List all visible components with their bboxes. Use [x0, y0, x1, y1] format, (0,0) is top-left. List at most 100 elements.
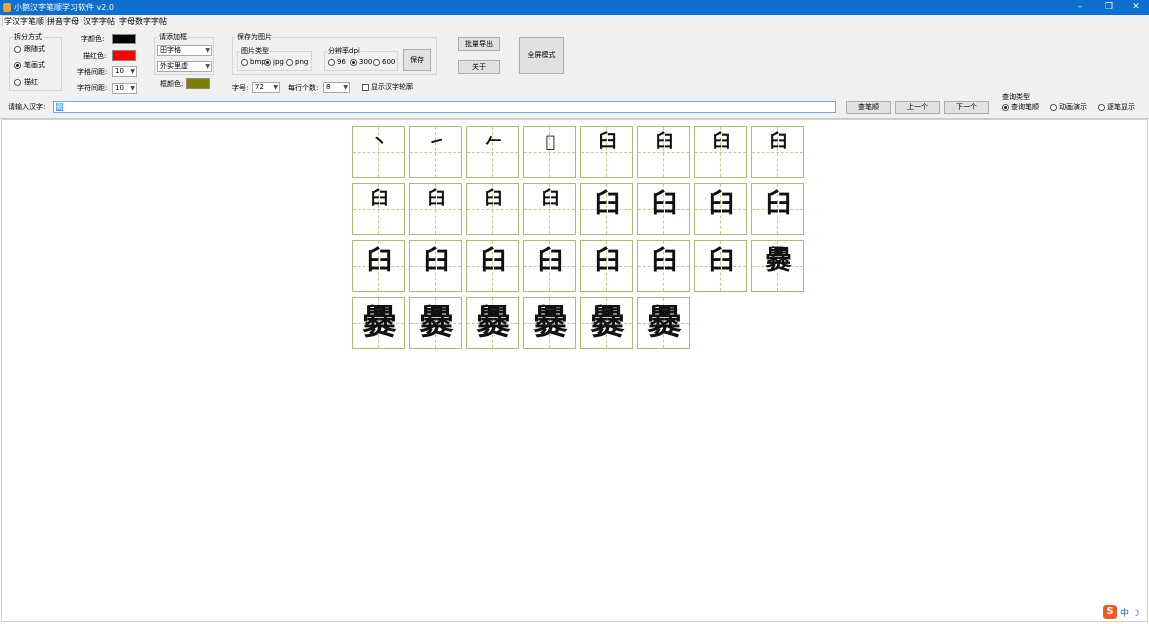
radio-query-order[interactable]	[1002, 104, 1009, 111]
radio-trace[interactable]	[14, 79, 21, 86]
tab-alnum-copybook[interactable]: 字母数字字帖	[119, 16, 167, 27]
stroke-char: 𠂉	[485, 132, 502, 151]
stroke-cell: 爨	[637, 297, 690, 349]
stroke-cell: 𠂉	[466, 126, 519, 178]
font-size-label: 字号:	[232, 84, 249, 92]
ime-mode-indicator[interactable]: 中 ☽	[1120, 606, 1140, 619]
minimize-button[interactable]: –	[1068, 0, 1092, 15]
outer-style-value: 外实里虚	[160, 62, 188, 70]
window-title: 小鹅汉字笔顺学习软件 v2.0	[14, 3, 114, 12]
title-bar: 小鹅汉字笔顺学习软件 v2.0 – ❐ ✕	[0, 0, 1149, 15]
chevron-down-icon: ▼	[130, 85, 135, 92]
about-button[interactable]: 关于	[458, 60, 500, 74]
hanzi-input[interactable]: 爨	[53, 101, 836, 113]
tab-hanzi-copybook[interactable]: 汉字字帖	[83, 16, 115, 27]
query-button[interactable]: 查笔顺	[846, 101, 891, 114]
show-outline-label: 显示汉字轮廓	[371, 83, 413, 91]
close-button[interactable]: ✕	[1124, 0, 1148, 15]
image-type-label: 图片类型	[240, 47, 270, 55]
stroke-cell: 𦥑	[352, 240, 405, 292]
radio-animation[interactable]	[1050, 104, 1057, 111]
stroke-cell: 爨	[466, 297, 519, 349]
stroke-char: 𦥑	[480, 246, 507, 276]
radio-stroke[interactable]	[14, 62, 21, 69]
stroke-cell: 𠂋	[523, 126, 576, 178]
ime-tray: S 中 ☽	[1103, 605, 1143, 619]
tab-pinyin[interactable]: 拼音字母	[47, 16, 79, 27]
stroke-char: 𦥑	[651, 189, 678, 219]
stroke-cell: 𦥑	[637, 126, 690, 178]
stroke-char: 𦥑	[655, 131, 674, 152]
char-spacing-select[interactable]: 10 ▼	[112, 66, 137, 77]
stroke-char: 𦥑	[769, 131, 788, 152]
per-row-select[interactable]: 8 ▼	[323, 82, 350, 93]
radio-stroke-label: 笔画式	[24, 61, 45, 69]
outline-color-swatch[interactable]	[186, 78, 210, 89]
stroke-char: 𦥑	[427, 188, 446, 209]
radio-bmp[interactable]	[241, 59, 248, 66]
trace-color-label: 描红色:	[83, 52, 107, 60]
maximize-button[interactable]: ❐	[1097, 0, 1121, 15]
stroke-char: 爨	[647, 303, 682, 343]
stroke-char: 𦥑	[370, 188, 389, 209]
chevron-down-icon: ▼	[205, 47, 210, 54]
char-spacing-label: 字格间距:	[77, 68, 108, 76]
radio-step-by-step-label: 逐笔显示	[1107, 103, 1135, 111]
stroke-char: 爨	[765, 246, 792, 276]
grid-style-select[interactable]: 田字格 ▼	[157, 45, 212, 56]
font-spacing-select[interactable]: 10 ▼	[112, 83, 137, 94]
stroke-char: 𠂋	[545, 132, 556, 151]
radio-dpi-600-label: 600	[382, 58, 396, 66]
stroke-cell: 𦥑	[580, 183, 633, 235]
outer-style-select[interactable]: 外实里虚 ▼	[157, 61, 212, 72]
stroke-cell: 爨	[352, 297, 405, 349]
stroke-char: 𦥑	[712, 131, 731, 152]
sogou-ime-icon[interactable]: S	[1103, 605, 1117, 619]
prev-button[interactable]: 上一个	[895, 101, 940, 114]
radio-jpg[interactable]	[264, 59, 271, 66]
radio-trace-label: 描红	[24, 78, 38, 86]
font-color-swatch[interactable]	[112, 34, 136, 44]
fullscreen-button[interactable]: 全屏模式	[519, 37, 564, 74]
radio-dpi-300[interactable]	[350, 59, 357, 66]
chevron-down-icon: ▼	[130, 68, 135, 75]
stroke-cell: 爨	[751, 240, 804, 292]
stroke-char: 𦥑	[594, 189, 621, 219]
radio-png[interactable]	[286, 59, 293, 66]
stroke-char: 爨	[476, 303, 511, 343]
stroke-cell: 𦥑	[694, 240, 747, 292]
radio-step-by-step[interactable]	[1098, 104, 1105, 111]
per-row-label: 每行个数:	[288, 84, 319, 92]
stroke-char: 𦥑	[423, 246, 450, 276]
radio-dpi-96[interactable]	[328, 59, 335, 66]
stroke-char: 𦥑	[484, 188, 503, 209]
per-row-value: 8	[326, 83, 331, 91]
font-spacing-value: 10	[115, 84, 124, 92]
font-size-select[interactable]: 72 ▼	[252, 82, 280, 93]
stroke-cell: 𦥑	[466, 183, 519, 235]
dpi-label: 分辨率dpi	[327, 47, 361, 55]
outline-color-label: 框颜色:	[160, 80, 184, 88]
save-button[interactable]: 保存	[403, 49, 431, 71]
radio-dpi-96-label: 96	[337, 58, 346, 66]
stroke-char: 爨	[419, 303, 454, 343]
radio-jpg-label: jpg	[273, 58, 284, 66]
radio-follow[interactable]	[14, 46, 21, 53]
app-icon	[3, 3, 11, 12]
ime-mode-text: 中	[1120, 609, 1130, 619]
chevron-down-icon: ▼	[205, 63, 210, 70]
font-spacing-label: 字符间距:	[77, 84, 108, 92]
stroke-cell: 𦥑	[523, 240, 576, 292]
trace-color-swatch[interactable]	[112, 50, 136, 61]
next-button[interactable]: 下一个	[944, 101, 989, 114]
input-label: 请输入汉字:	[8, 103, 46, 111]
stroke-cell: 爨	[409, 297, 462, 349]
stroke-char: 𦥑	[708, 246, 735, 276]
show-outline-checkbox[interactable]	[362, 84, 369, 91]
tab-stroke-order[interactable]: 学汉字笔顺	[2, 15, 46, 27]
chevron-down-icon: ▼	[343, 84, 348, 91]
radio-dpi-600[interactable]	[373, 59, 380, 66]
batch-export-button[interactable]: 批量导出	[458, 37, 500, 51]
stroke-char: 爨	[362, 303, 397, 343]
stroke-cell: 𦥑	[352, 183, 405, 235]
